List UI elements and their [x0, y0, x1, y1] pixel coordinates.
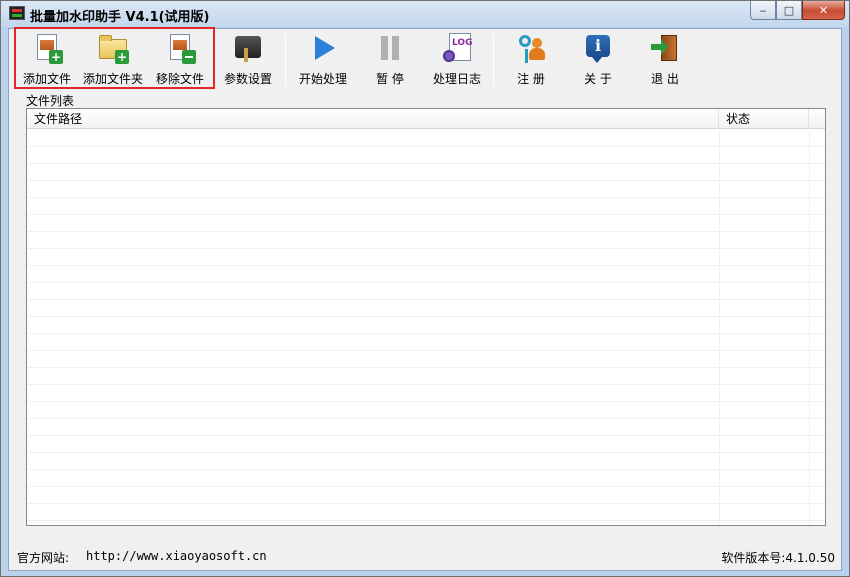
empty-list-row — [27, 368, 825, 385]
column-header-file-path[interactable]: 文件路径 — [27, 109, 719, 129]
empty-list-row — [27, 402, 825, 419]
info-icon: i — [582, 32, 614, 64]
empty-list-row — [27, 300, 825, 317]
empty-list-row — [27, 334, 825, 351]
empty-list-row — [27, 521, 825, 525]
app-icon — [9, 6, 25, 20]
maximize-button[interactable]: □ — [776, 1, 802, 20]
empty-list-row — [27, 419, 825, 436]
list-header: 文件路径 状态 — [27, 109, 825, 129]
pause-label: 暂 停 — [376, 72, 404, 86]
window-title: 批量加水印助手 V4.1(试用版) — [30, 10, 210, 25]
add-folder-icon: + — [97, 32, 129, 64]
empty-list-row — [27, 198, 825, 215]
empty-list-row — [27, 266, 825, 283]
settings-label: 参数设置 — [223, 72, 272, 86]
file-list-group-label: 文件列表 — [26, 94, 75, 108]
window-controls: ‒ □ ✕ — [750, 1, 845, 21]
register-key-icon — [515, 32, 547, 64]
exit-button[interactable]: 退 出 — [634, 29, 696, 89]
register-button[interactable]: 注 册 — [500, 29, 562, 89]
empty-list-row — [27, 504, 825, 521]
app-window: 批量加水印助手 V4.1(试用版) ‒ □ ✕ + 添加文件 + 添加文件夹 移… — [0, 0, 850, 577]
toolbar-separator — [285, 33, 286, 85]
exit-door-icon — [649, 32, 681, 64]
add-file-label: 添加文件 — [22, 72, 71, 86]
log-button[interactable]: LOG 处理日志 — [426, 29, 488, 89]
start-label: 开始处理 — [298, 72, 347, 86]
pause-button[interactable]: 暂 停 — [359, 29, 421, 89]
toolbar-separator — [493, 33, 494, 85]
title-bar[interactable]: 批量加水印助手 V4.1(试用版) ‒ □ ✕ — [1, 1, 849, 27]
empty-list-row — [27, 164, 825, 181]
log-icon: LOG — [441, 32, 473, 64]
play-icon — [307, 32, 339, 64]
empty-list-row — [27, 249, 825, 266]
empty-list-row — [27, 283, 825, 300]
empty-list-row — [27, 147, 825, 164]
settings-button[interactable]: 参数设置 — [217, 29, 279, 89]
add-file-button[interactable]: + 添加文件 — [16, 29, 78, 89]
client-area: + 添加文件 + 添加文件夹 移除文件 参数设置 开始处理 暂 停 LOG 处理… — [8, 27, 842, 571]
website-link[interactable]: http://www.xiaoyaosoft.cn — [86, 549, 267, 563]
empty-list-row — [27, 317, 825, 334]
add-folder-button[interactable]: + 添加文件夹 — [82, 29, 144, 89]
about-label: 关 于 — [584, 72, 612, 86]
empty-list-row — [27, 470, 825, 487]
log-label: 处理日志 — [432, 72, 481, 86]
add-file-icon: + — [31, 32, 63, 64]
exit-label: 退 出 — [651, 72, 679, 86]
empty-list-row — [27, 385, 825, 402]
minimize-button[interactable]: ‒ — [750, 1, 776, 20]
empty-list-row — [27, 181, 825, 198]
empty-list-row — [27, 436, 825, 453]
website-label: 官方网站: — [17, 551, 70, 565]
empty-list-row — [27, 487, 825, 504]
settings-icon — [232, 32, 264, 64]
file-list-view[interactable]: 文件路径 状态 — [26, 108, 826, 526]
list-body[interactable] — [27, 130, 825, 525]
about-button[interactable]: i 关 于 — [567, 29, 629, 89]
close-button[interactable]: ✕ — [802, 1, 845, 20]
version-text: 软件版本号:4.1.0.50 — [721, 551, 835, 565]
status-bar: 官方网站: http://www.xiaoyaosoft.cn 软件版本号:4.… — [9, 539, 841, 569]
toolbar: + 添加文件 + 添加文件夹 移除文件 参数设置 开始处理 暂 停 LOG 处理… — [9, 27, 841, 91]
empty-list-row — [27, 351, 825, 368]
remove-file-icon — [164, 32, 196, 64]
empty-list-row — [27, 453, 825, 470]
register-label: 注 册 — [517, 72, 545, 86]
empty-list-row — [27, 232, 825, 249]
add-folder-label: 添加文件夹 — [82, 72, 143, 86]
column-header-status[interactable]: 状态 — [719, 109, 809, 129]
remove-file-button[interactable]: 移除文件 — [149, 29, 211, 89]
empty-list-row — [27, 130, 825, 147]
empty-list-row — [27, 215, 825, 232]
pause-icon — [374, 32, 406, 64]
start-button[interactable]: 开始处理 — [292, 29, 354, 89]
remove-file-label: 移除文件 — [155, 72, 204, 86]
